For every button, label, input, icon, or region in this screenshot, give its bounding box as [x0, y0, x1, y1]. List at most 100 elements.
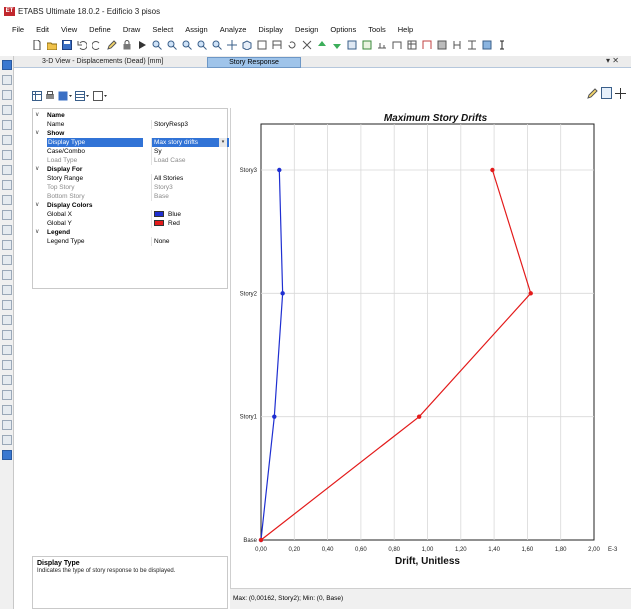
display-deformed-icon[interactable] [392, 40, 402, 50]
prop-row-story-range[interactable]: Story Range All Stories [33, 174, 229, 183]
plan-view-icon[interactable] [257, 40, 267, 50]
prop-row-load-type[interactable]: Load Type Load Case [33, 156, 229, 165]
draw-null-line-icon[interactable] [2, 360, 12, 370]
snap-midpoint-icon[interactable] [2, 420, 12, 430]
draw-dimension-icon[interactable] [2, 255, 12, 265]
text-tool-icon[interactable] [497, 40, 507, 50]
zoom-previous-icon[interactable] [212, 40, 222, 50]
load-type-value[interactable]: Load Case [151, 156, 229, 165]
name-value[interactable]: StoryResp3 [151, 120, 229, 129]
tab-story-response[interactable]: Story Response [207, 57, 301, 68]
draw-floor-icon[interactable] [2, 150, 12, 160]
draw-slab-icon[interactable] [2, 180, 12, 190]
run-analysis-icon[interactable] [137, 40, 147, 50]
pan-icon[interactable] [227, 40, 237, 50]
pointer-icon[interactable] [2, 60, 12, 70]
menu-draw[interactable]: Draw [123, 25, 141, 34]
menu-design[interactable]: Design [295, 25, 318, 34]
prop-row-bottom-story[interactable]: Bottom Story Base [33, 192, 229, 201]
document-view-icon[interactable] [601, 87, 612, 99]
draw-opening-icon[interactable] [2, 165, 12, 175]
draw-reference-point-icon[interactable] [2, 270, 12, 280]
collapse-icon[interactable]: ∨ [35, 165, 43, 174]
snap-perpendicular-icon[interactable] [2, 450, 12, 460]
display-tables-icon[interactable] [407, 40, 417, 50]
shear-wall-design-icon[interactable] [452, 40, 462, 50]
prop-row-global-y[interactable]: Global Y Red [33, 219, 229, 228]
draw-grid-icon[interactable] [2, 285, 12, 295]
move-up-icon[interactable] [317, 40, 327, 50]
dropdown-arrow-icon[interactable]: ▾ [219, 138, 227, 147]
frame-design-icon[interactable] [422, 40, 432, 50]
lock-icon[interactable] [122, 40, 132, 50]
draw-link-icon[interactable] [2, 225, 12, 235]
prop-row-global-x[interactable]: Global X Blue [33, 210, 229, 219]
zoom-in-icon[interactable] [167, 40, 177, 50]
bottom-story-value[interactable]: Base [151, 192, 229, 201]
zoom-window-icon[interactable] [152, 40, 162, 50]
story-range-value[interactable]: All Stories [151, 174, 229, 183]
export-dropdown-icon[interactable] [58, 91, 72, 101]
menu-help[interactable]: Help [398, 25, 413, 34]
display-forces-icon[interactable] [377, 40, 387, 50]
menu-select[interactable]: Select [152, 25, 173, 34]
close-tab-button[interactable]: ▾ ✕ [602, 56, 623, 67]
snap-intersection-icon[interactable] [2, 435, 12, 445]
save-icon[interactable] [62, 40, 72, 50]
global-x-color[interactable]: Blue [151, 210, 229, 219]
redo-icon[interactable] [92, 40, 102, 50]
prop-row-display-type[interactable]: Display Type Max story drifts ▾ [33, 138, 229, 147]
section-name[interactable]: ∨ Name [33, 111, 229, 120]
menu-display[interactable]: Display [258, 25, 283, 34]
section-show[interactable]: ∨ Show [33, 129, 229, 138]
zoom-fit-icon[interactable] [197, 40, 207, 50]
draw-column-icon[interactable] [2, 120, 12, 130]
menu-analyze[interactable]: Analyze [220, 25, 247, 34]
concrete-design-icon[interactable] [437, 40, 447, 50]
object-shrink-icon[interactable] [347, 40, 357, 50]
set-display-options-icon[interactable] [362, 40, 372, 50]
draw-beam-icon[interactable] [2, 90, 12, 100]
section-designer-icon[interactable] [482, 40, 492, 50]
draw-joint-icon[interactable] [2, 75, 12, 85]
pencil-icon[interactable] [107, 40, 117, 50]
section-display-for[interactable]: ∨ Display For [33, 165, 229, 174]
display-type-dropdown[interactable]: Max story drifts [151, 138, 229, 147]
tab-3d-view[interactable]: 3-D View - Displacements (Dead) [mm] [38, 57, 210, 68]
zoom-out-icon[interactable] [182, 40, 192, 50]
menu-tools[interactable]: Tools [368, 25, 386, 34]
open-file-icon[interactable] [47, 40, 57, 50]
draw-section-cut-icon[interactable] [2, 300, 12, 310]
draw-stair-icon[interactable] [2, 210, 12, 220]
rotate-icon[interactable] [287, 40, 297, 50]
menu-define[interactable]: Define [89, 25, 111, 34]
copy-dropdown-icon[interactable] [93, 91, 107, 101]
prop-row-top-story[interactable]: Top Story Story3 [33, 183, 229, 192]
snap-options-icon[interactable] [2, 390, 12, 400]
collapse-icon[interactable]: ∨ [35, 201, 43, 210]
modify-pencil-icon[interactable] [587, 88, 598, 99]
prop-row-legend-type[interactable]: Legend Type None [33, 237, 229, 246]
menu-options[interactable]: Options [330, 25, 356, 34]
table-dropdown-icon[interactable] [75, 91, 89, 101]
snap-endpoint-icon[interactable] [2, 405, 12, 415]
draw-brace-icon[interactable] [2, 105, 12, 115]
menu-assign[interactable]: Assign [185, 25, 208, 34]
elevation-view-icon[interactable] [272, 40, 282, 50]
draw-wall-stack-icon[interactable] [2, 315, 12, 325]
prop-row-case-combo[interactable]: Case/Combo Sy [33, 147, 229, 156]
3d-view-icon[interactable] [242, 40, 252, 50]
undo-icon[interactable] [77, 40, 87, 50]
section-display-colors[interactable]: ∨ Display Colors [33, 201, 229, 210]
prop-row-name[interactable]: Name StoryResp3 [33, 120, 229, 129]
table-view-icon[interactable] [32, 91, 42, 101]
section-legend[interactable]: ∨ Legend [33, 228, 229, 237]
menu-view[interactable]: View [61, 25, 77, 34]
top-story-value[interactable]: Story3 [151, 183, 229, 192]
draw-design-strip-icon[interactable] [2, 345, 12, 355]
case-combo-value[interactable]: Sy [151, 147, 229, 156]
move-down-icon[interactable] [332, 40, 342, 50]
draw-ramp-icon[interactable] [2, 195, 12, 205]
print-icon[interactable] [45, 91, 55, 101]
draw-tendon-icon[interactable] [2, 240, 12, 250]
